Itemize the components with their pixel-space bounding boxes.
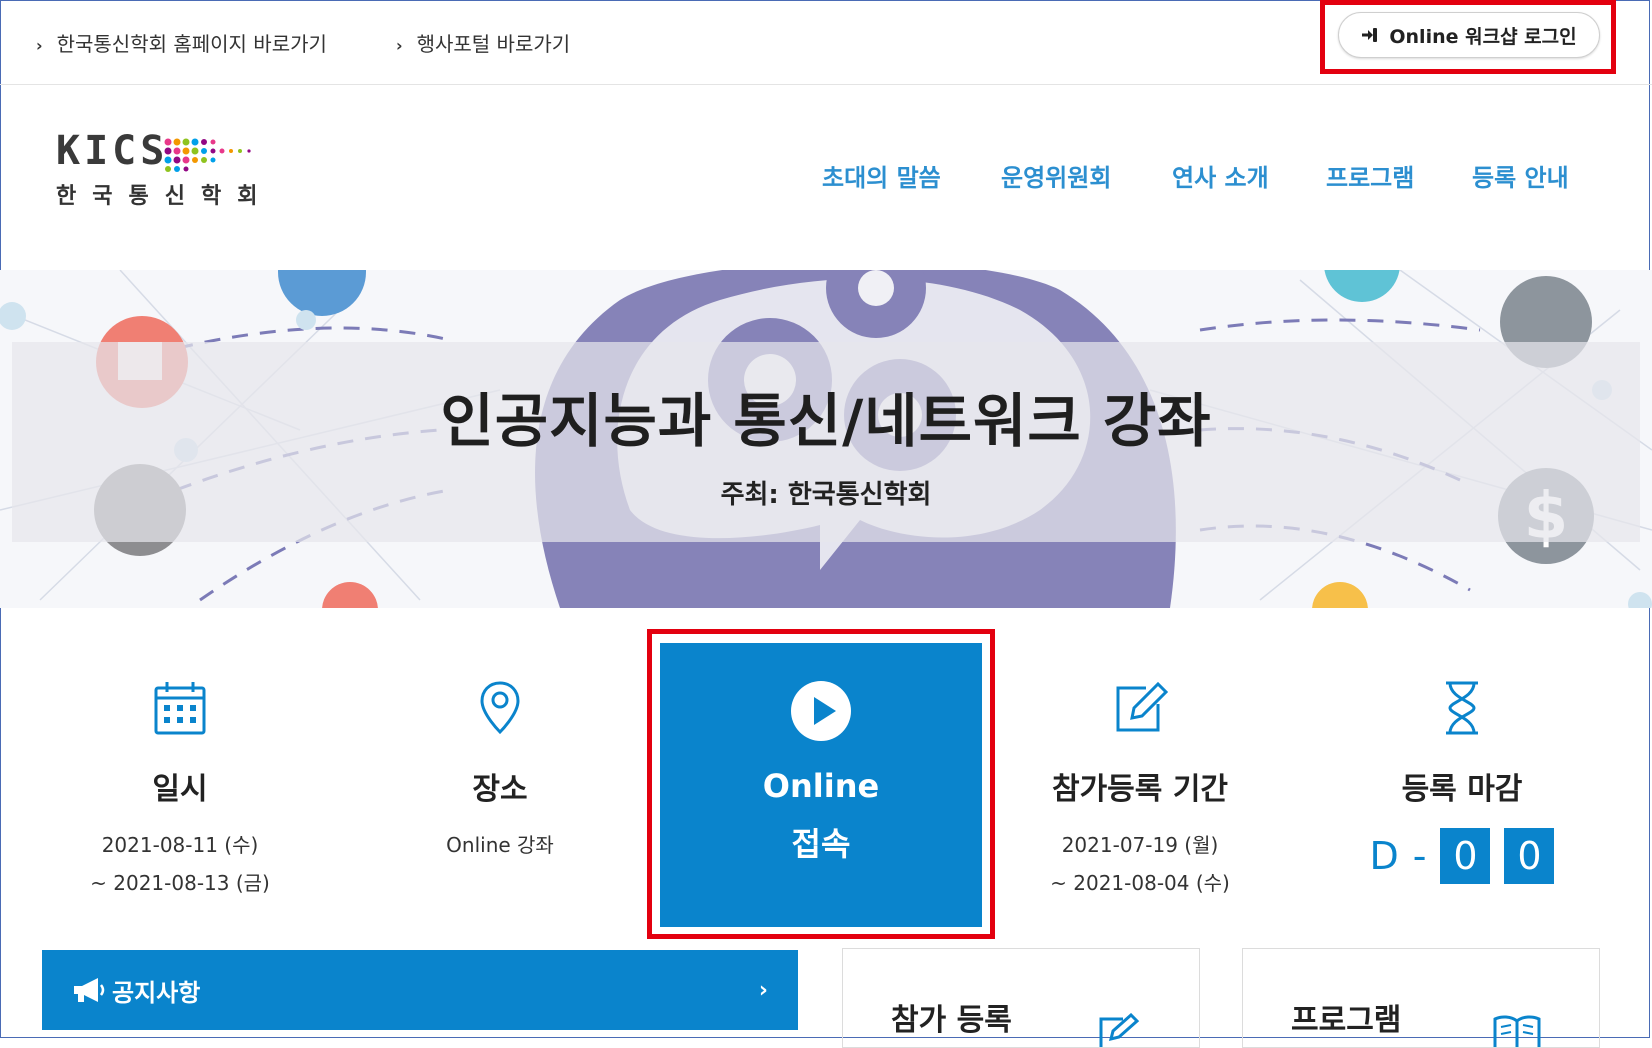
place-label: 장소 <box>472 772 528 807</box>
hourglass-icon <box>1446 681 1478 735</box>
book-icon <box>1493 1015 1541 1047</box>
banner-subtitle: 주최: 한국통신학회 <box>720 480 932 510</box>
notice-bar[interactable]: 공지사항 › <box>42 950 798 1030</box>
card-register[interactable]: 참가 등록 <box>842 948 1200 1048</box>
card-program[interactable]: 프로그램 <box>1242 948 1600 1048</box>
notice-label: 공지사항 <box>112 978 201 1007</box>
logo-text-ko: 한국통신학회 <box>56 184 274 209</box>
date-label: 일시 <box>152 772 208 807</box>
highlight-box-login <box>1320 0 1616 74</box>
registration-period-label: 참가등록 기간 <box>1051 772 1229 807</box>
info-date: 일시 2021-08-11 (수) ~ 2021-08-13 (금) <box>30 680 330 902</box>
megaphone-icon <box>74 978 105 1002</box>
chevron-right-icon: › <box>758 977 768 1003</box>
chevron-right-icon: › <box>36 36 43 55</box>
highlight-box-online <box>647 629 995 939</box>
kics-homepage-link[interactable]: › 한국통신학회 홈페이지 바로가기 <box>36 28 327 57</box>
registration-start: 2021-07-19 (월) <box>1061 833 1219 857</box>
hero-banner: $ 인공지능과 통신/네트워크 강좌 주최: 한국통신학회 <box>0 270 1652 608</box>
nav-speakers[interactable]: 연사 소개 <box>1172 158 1269 193</box>
edit-icon <box>1116 681 1168 732</box>
event-portal-link-label: 행사포털 바로가기 <box>416 32 571 56</box>
logo-dots-icon <box>164 138 251 172</box>
d-day-dash: - <box>1412 834 1427 878</box>
registration-end: ~ 2021-08-04 (수) <box>1050 871 1230 895</box>
nav-invitation[interactable]: 초대의 말씀 <box>822 158 941 193</box>
date-end: ~ 2021-08-13 (금) <box>90 871 270 895</box>
chevron-right-icon: › <box>396 36 403 55</box>
d-day-prefix: D <box>1369 834 1399 878</box>
d-day-counter: D - 0 0 <box>1312 828 1612 884</box>
date-start: 2021-08-11 (수) <box>101 833 259 857</box>
card-register-title: 참가 등록 <box>891 1003 1012 1038</box>
edit-icon <box>1099 1013 1140 1047</box>
kics-logo[interactable]: KICS 한국통신학회 <box>56 128 273 210</box>
event-portal-link[interactable]: › 행사포털 바로가기 <box>396 28 570 57</box>
info-deadline: 등록 마감 D - 0 0 <box>1312 680 1612 884</box>
deadline-label: 등록 마감 <box>1401 772 1523 807</box>
calendar-icon <box>154 682 206 735</box>
d-day-digit-1: 0 <box>1440 828 1491 884</box>
card-program-title: 프로그램 <box>1291 1003 1402 1038</box>
nav-committee[interactable]: 운영위원회 <box>1001 158 1111 193</box>
d-day-digit-2: 0 <box>1504 828 1555 884</box>
nav-registration-guide[interactable]: 등록 안내 <box>1472 158 1569 193</box>
place-value: Online 강좌 <box>446 833 554 857</box>
info-registration-period: 참가등록 기간 2021-07-19 (월) ~ 2021-08-04 (수) <box>990 680 1290 902</box>
kics-homepage-link-label: 한국통신학회 홈페이지 바로가기 <box>56 32 327 56</box>
banner-title: 인공지능과 통신/네트워크 강좌 <box>440 387 1212 455</box>
info-place: 장소 Online 강좌 <box>350 680 650 864</box>
map-pin-icon <box>480 681 520 735</box>
nav-program[interactable]: 프로그램 <box>1326 158 1414 193</box>
